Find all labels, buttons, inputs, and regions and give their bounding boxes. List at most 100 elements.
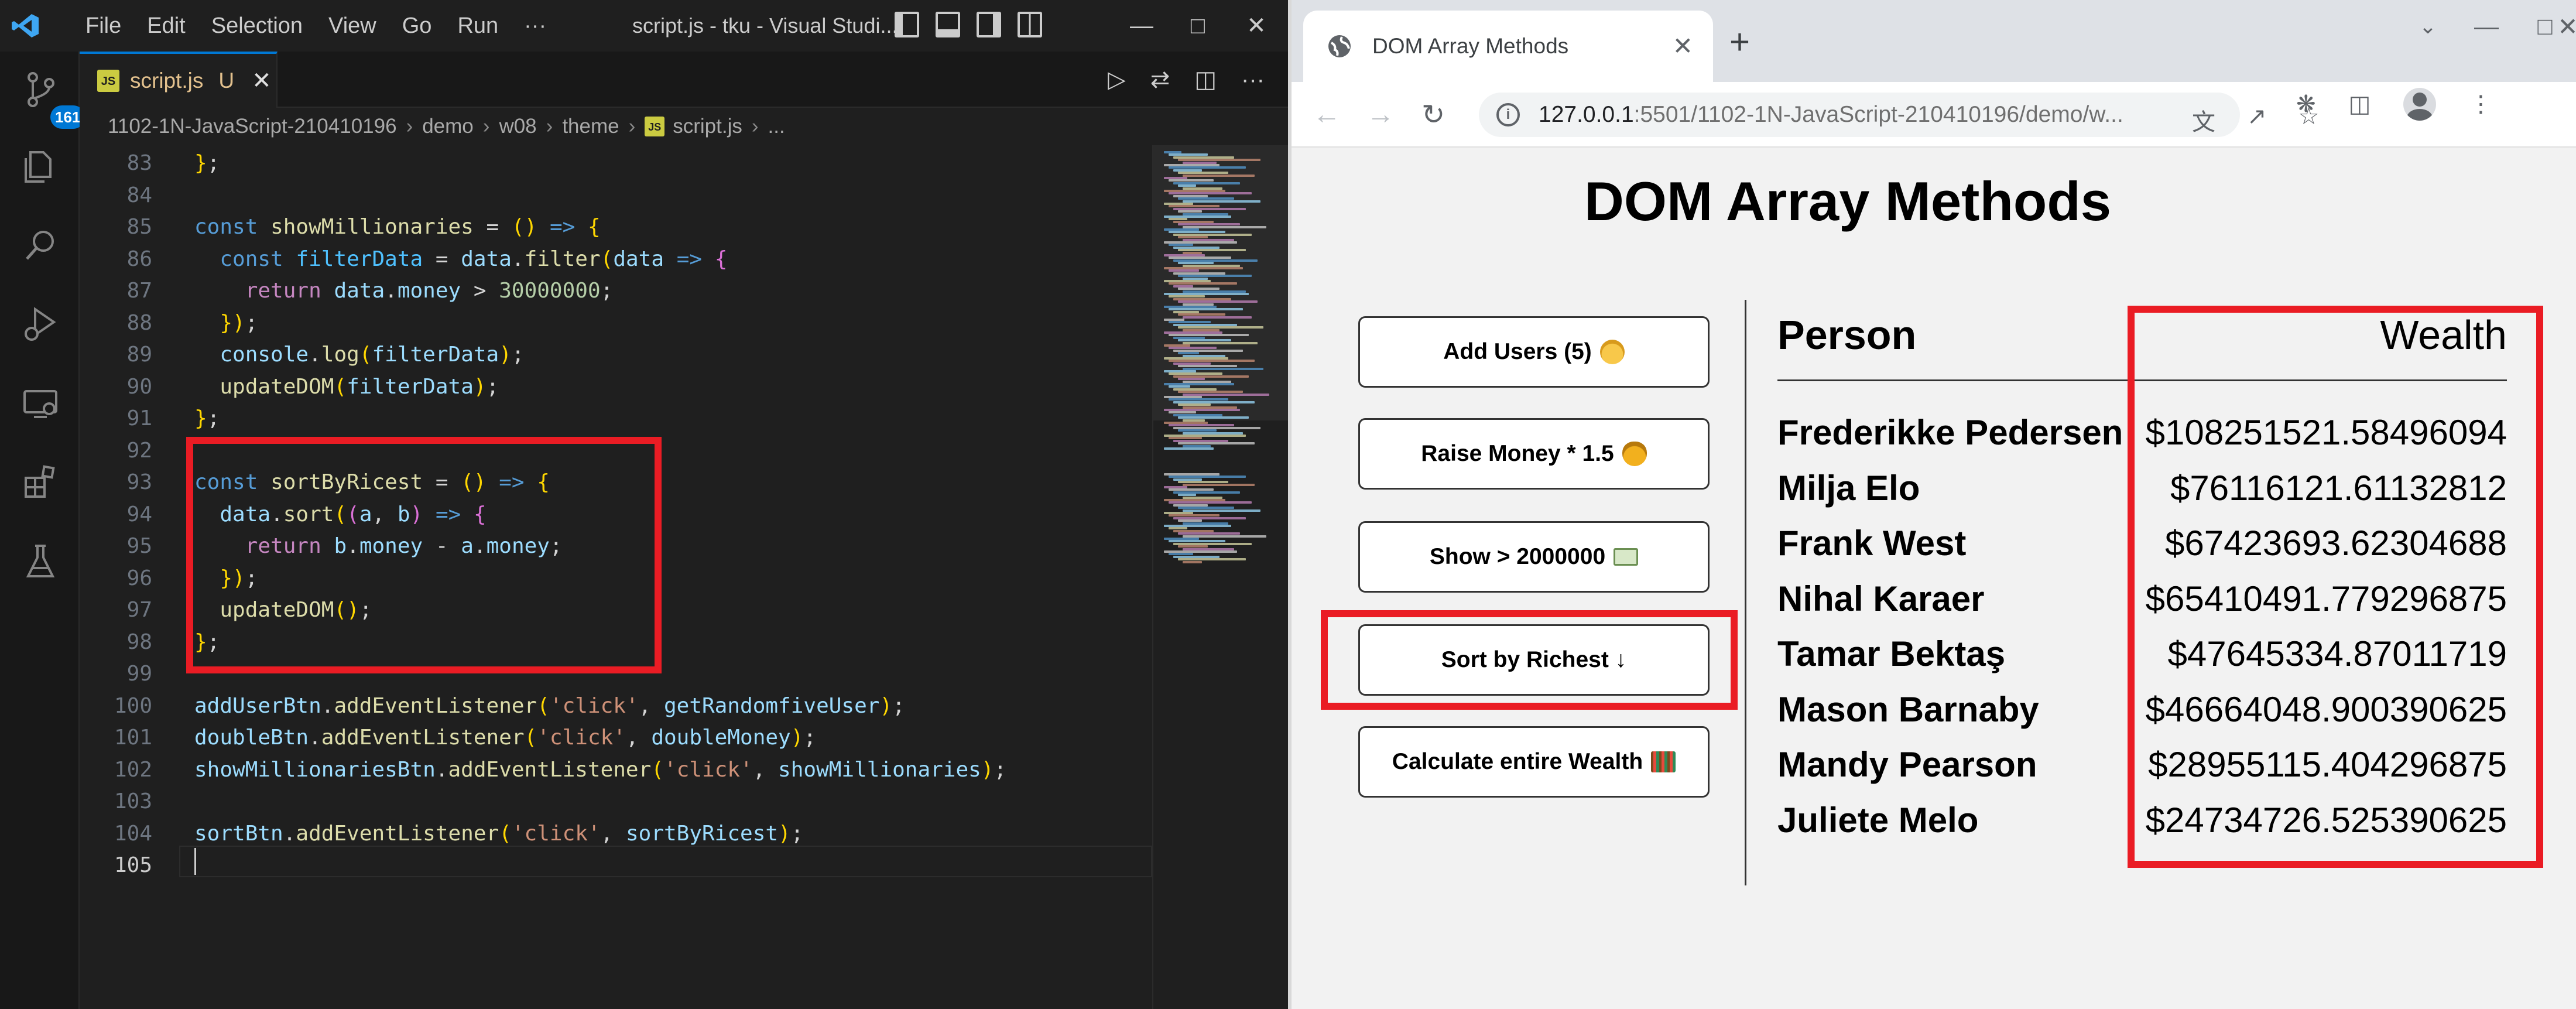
breadcrumb-item[interactable]: theme <box>562 115 619 138</box>
new-tab-button[interactable]: + <box>1729 25 1750 60</box>
js-file-icon: JS <box>645 117 665 136</box>
line-number: 92 <box>126 438 152 463</box>
add-users-button[interactable]: Add Users (5) <box>1358 316 1710 388</box>
show-millionaires-button[interactable]: Show > 2000000 <box>1358 521 1710 593</box>
browser-close-button[interactable]: ✕ <box>2550 0 2576 53</box>
extensions-icon[interactable] <box>20 461 61 502</box>
text-cursor <box>194 848 196 875</box>
code-line[interactable]: }); <box>194 307 258 340</box>
breadcrumb-item[interactable]: script.js <box>673 115 742 138</box>
toggle-panel-icon[interactable] <box>936 12 960 37</box>
minimap-line <box>1178 197 1234 200</box>
minimap[interactable] <box>1152 145 1288 1009</box>
source-control-icon[interactable]: 161 <box>20 69 85 129</box>
globe-icon <box>1328 35 1351 57</box>
breadcrumb-separator-icon: › <box>751 115 759 138</box>
breadcrumb-item[interactable]: 1102-1N-JavaScript-210410196 <box>108 115 397 138</box>
profile-avatar[interactable] <box>2403 88 2437 121</box>
minimap-line <box>1173 297 1231 300</box>
open-changes-icon[interactable]: ⇄ <box>1150 66 1170 93</box>
person-emoji-icon <box>1599 340 1625 364</box>
explorer-icon[interactable] <box>20 145 61 186</box>
run-file-icon[interactable]: ▷ <box>1108 66 1126 93</box>
minimap-line <box>1169 231 1225 234</box>
minimap-line <box>1178 365 1237 368</box>
code-line[interactable]: return b.money - a.money; <box>194 531 563 563</box>
table-row: Tamar Bektaş $47645334.87011719 <box>1777 634 2507 686</box>
close-window-button[interactable]: ✕ <box>1227 0 1286 52</box>
menu-selection[interactable]: Selection <box>198 13 316 39</box>
menu-more[interactable]: ··· <box>511 13 559 39</box>
minimap-line <box>1169 179 1214 182</box>
split-editor-icon[interactable]: ◫ <box>1194 66 1217 93</box>
extensions-puzzle-icon[interactable]: ❋ <box>2296 91 2316 118</box>
address-bar[interactable]: i 127.0.0.1:5501/1102-1N-JavaScript-2104… <box>1479 93 2240 137</box>
code-line[interactable]: doubleBtn.addEventListener('click', doub… <box>194 722 816 754</box>
code-line[interactable]: updateDOM(filterData); <box>194 371 499 403</box>
tab-script-js[interactable]: JS script.js U ✕ <box>80 52 278 108</box>
minimap-line <box>1183 200 1260 203</box>
toggle-secondary-sidebar-icon[interactable] <box>977 12 1001 37</box>
testing-flask-icon[interactable] <box>20 541 61 582</box>
minimap-line <box>1164 550 1237 553</box>
minimap-line <box>1164 499 1225 501</box>
back-arrow-icon[interactable]: ← <box>1313 98 1341 131</box>
more-actions-icon[interactable]: ··· <box>1241 67 1265 93</box>
customize-layout-icon[interactable] <box>1018 12 1042 37</box>
side-panel-icon[interactable]: ◫ <box>2349 91 2371 118</box>
code-editor[interactable]: 83}; 84 85 const showMillionaries = () => {… <box>80 145 1152 1009</box>
code-line[interactable]: data.sort((a, b) => { <box>194 499 486 531</box>
minimize-button[interactable]: — <box>1112 0 1171 52</box>
line-number: 95 <box>126 534 152 558</box>
menu-edit[interactable]: Edit <box>134 13 198 39</box>
calculate-wealth-button[interactable]: Calculate entire Wealth <box>1358 726 1710 798</box>
minimap-line <box>1164 512 1193 514</box>
share-icon[interactable]: ↗ <box>2247 103 2267 137</box>
chrome-menu-icon[interactable]: ⋮ <box>2469 91 2492 118</box>
minimap-line <box>1164 331 1222 334</box>
menu-go[interactable]: Go <box>389 13 445 39</box>
code-line[interactable]: showMillionariesBtn.addEventListener('cl… <box>194 754 1006 786</box>
raise-money-label: Raise Money * 1.5 <box>1421 441 1614 466</box>
remote-explorer-icon[interactable] <box>20 383 61 424</box>
reload-icon[interactable]: ↻ <box>1421 98 1445 131</box>
site-info-icon[interactable]: i <box>1496 103 1520 126</box>
minimap-line <box>1169 295 1205 298</box>
code-line[interactable]: return data.money > 30000000; <box>194 275 614 307</box>
code-line[interactable]: }); <box>194 563 258 595</box>
code-line[interactable]: const showMillionaries = () => { <box>194 211 601 244</box>
breadcrumb-item[interactable]: demo <box>422 115 474 138</box>
code-line[interactable]: }; <box>194 627 220 659</box>
menu-run[interactable]: Run <box>444 13 511 39</box>
toggle-primary-sidebar-icon[interactable] <box>895 12 919 37</box>
code-line[interactable]: }; <box>194 403 220 435</box>
code-line[interactable]: updateDOM(); <box>194 594 372 627</box>
translate-icon[interactable]: 文 <box>2192 103 2215 137</box>
menu-file[interactable]: File <box>73 13 134 39</box>
forward-arrow-icon[interactable]: → <box>1366 98 1395 131</box>
js-file-icon: JS <box>97 70 119 92</box>
minimap-line <box>1178 391 1243 394</box>
line-number: 99 <box>126 662 152 686</box>
menu-view[interactable]: View <box>316 13 389 39</box>
raise-money-button[interactable]: Raise Money * 1.5 <box>1358 418 1710 490</box>
tab-close-icon[interactable]: ✕ <box>252 67 272 94</box>
breadcrumb-item[interactable]: ... <box>768 115 785 138</box>
code-line[interactable]: }; <box>194 148 220 180</box>
code-line[interactable]: addUserBtn.addEventListener('click', get… <box>194 690 905 723</box>
search-icon[interactable] <box>20 225 61 266</box>
code-line[interactable]: const sortByRicest = () => { <box>194 467 550 499</box>
code-line[interactable]: const filterData = data.filter(data => { <box>194 244 727 276</box>
sort-by-richest-button[interactable]: Sort by Richest ↓ <box>1358 624 1710 696</box>
minimap-line <box>1178 442 1255 445</box>
breadcrumb-item[interactable]: w08 <box>499 115 536 138</box>
maximize-button[interactable]: □ <box>1169 0 1227 52</box>
person-name: Frank West <box>1777 524 1967 563</box>
person-wealth: $24734726.525390625 <box>2145 800 2507 840</box>
close-tab-icon[interactable]: ✕ <box>1673 32 1693 60</box>
code-line[interactable]: console.log(filterData); <box>194 339 524 371</box>
code-line[interactable]: sortBtn.addEventListener('click', sortBy… <box>194 818 803 850</box>
browser-tab[interactable]: DOM Array Methods ✕ <box>1303 11 1713 82</box>
run-debug-icon[interactable] <box>20 303 61 344</box>
minimap-line <box>1183 238 1234 241</box>
